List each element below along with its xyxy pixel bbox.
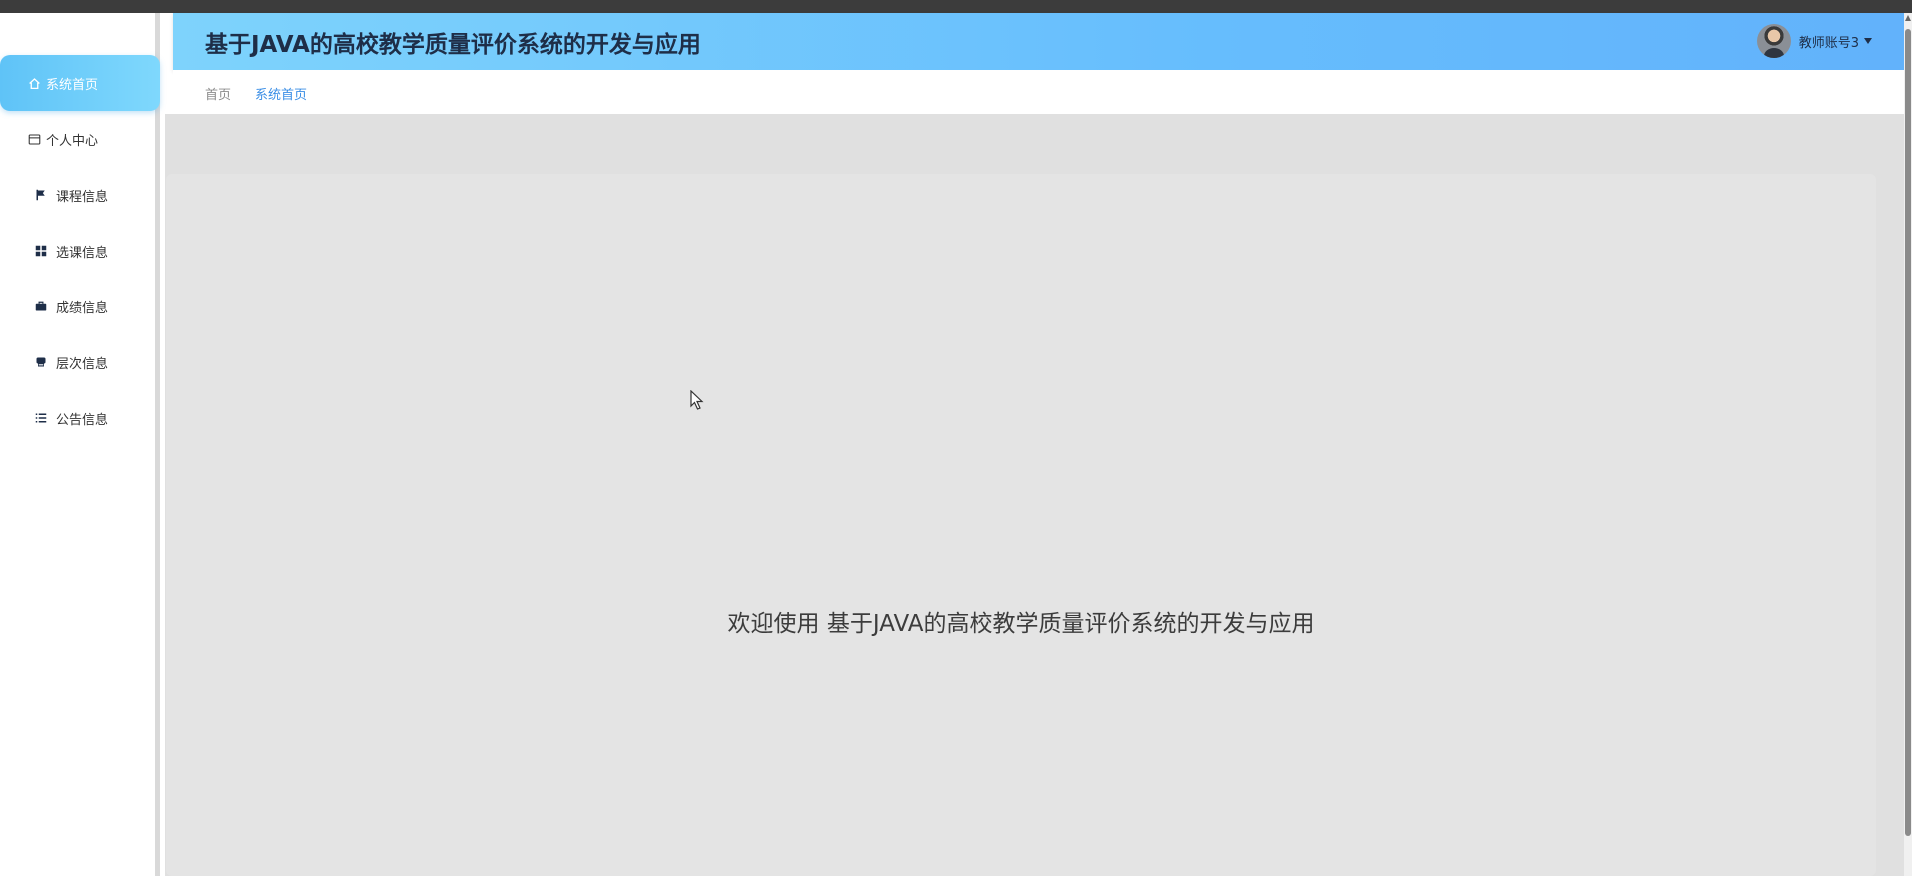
page-title: 基于JAVA的高校教学质量评价系统的开发与应用 (205, 32, 701, 58)
sidebar-item-course-selection[interactable]: 选课信息 (0, 223, 160, 279)
card-icon (26, 131, 42, 147)
home-icon (26, 75, 42, 91)
sidebar-item-grade-info[interactable]: 成绩信息 (0, 278, 160, 334)
breadcrumb-current: 系统首页 (255, 88, 308, 103)
sidebar-item-label: 公告信息 (56, 412, 109, 428)
welcome-text: 欢迎使用 基于JAVA的高校教学质量评价系统的开发与应用 (727, 611, 1315, 637)
sidebar-item-notice-info[interactable]: 公告信息 (0, 390, 160, 446)
sidebar: 系统首页 个人中心 课程信息 选课信息 成绩信息 层次信息 公告信息 (0, 13, 160, 876)
sidebar-item-label: 成绩信息 (56, 300, 109, 316)
sidebar-item-label: 课程信息 (56, 189, 109, 205)
avatar (1756, 24, 1791, 58)
sidebar-item-level-info[interactable]: 层次信息 (0, 334, 160, 390)
page-scrollbar[interactable] (1904, 13, 1912, 876)
sidebar-item-label: 系统首页 (46, 77, 99, 93)
welcome-panel: 欢迎使用 基于JAVA的高校教学质量评价系统的开发与应用 (166, 174, 1876, 876)
sidebar-item-course-info[interactable]: 课程信息 (0, 167, 160, 223)
grid-icon (33, 243, 49, 259)
sidebar-item-home[interactable]: 系统首页 (0, 55, 160, 111)
briefcase-icon (33, 298, 49, 314)
breadcrumb: 首页 系统首页 (173, 70, 1904, 114)
user-menu[interactable]: 教师账号3 (1756, 23, 1872, 59)
top-header: 基于JAVA的高校教学质量评价系统的开发与应用 教师账号3 (173, 13, 1904, 70)
scrollbar-thumb[interactable] (1905, 29, 1911, 836)
mouse-cursor-icon (690, 389, 704, 414)
caret-down-icon (1864, 38, 1872, 44)
sidebar-item-personal-center[interactable]: 个人中心 (0, 111, 160, 167)
browser-top-strip (0, 0, 1912, 13)
print-icon (33, 354, 49, 370)
flag-icon (33, 187, 49, 203)
breadcrumb-home-link[interactable]: 首页 (205, 84, 231, 103)
user-name: 教师账号3 (1798, 35, 1859, 51)
list-icon (33, 410, 49, 426)
sidebar-item-label: 层次信息 (56, 356, 109, 372)
sidebar-item-label: 选课信息 (56, 245, 109, 261)
scroll-up-icon[interactable] (1905, 15, 1911, 21)
sidebar-item-label: 个人中心 (46, 133, 99, 149)
